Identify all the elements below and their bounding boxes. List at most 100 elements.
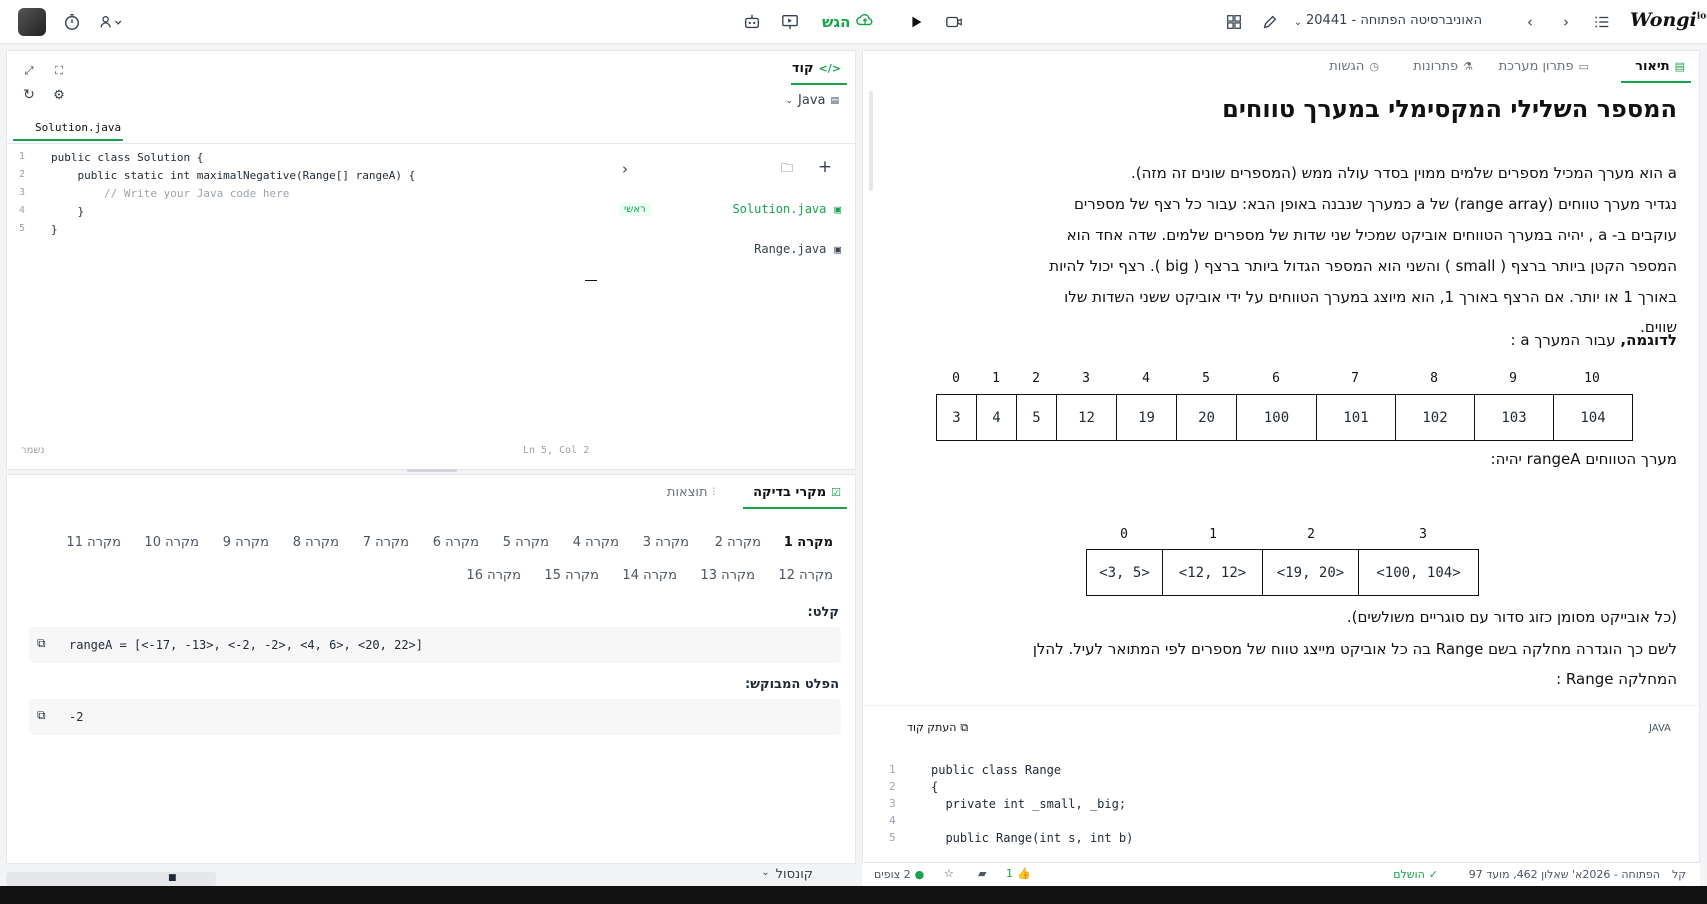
case-tab-6[interactable]: מקרה 6	[433, 535, 479, 550]
fullscreen-icon[interactable]: ⛶	[49, 61, 69, 81]
case-tab-5[interactable]: מקרה 5	[503, 535, 549, 550]
case-tab-9[interactable]: מקרה 9	[223, 535, 269, 550]
array-cell: 100	[1236, 394, 1317, 441]
list-icon[interactable]	[1592, 12, 1612, 32]
code-editor[interactable]: 1 2 3 4 5 public class Solution { public…	[7, 145, 607, 405]
case-tab-11[interactable]: מקרה 11	[66, 535, 121, 550]
collapse-files-icon[interactable]: ›	[615, 159, 635, 179]
array-cell: 19	[1116, 394, 1177, 441]
file-item-solution[interactable]: Solution.java ▣	[732, 202, 841, 216]
case-tab-15[interactable]: מקרה 15	[544, 568, 599, 583]
array-a-indices: 0 1 2 3 4 5 6 7 8 9 10	[863, 371, 1701, 387]
resize-handle[interactable]	[407, 469, 457, 472]
range-cell: <3, 5>	[1086, 549, 1163, 596]
array-index: 9	[1509, 371, 1517, 386]
description-line: נגדיר מערך טווחים (range array) של a כמע…	[1073, 195, 1677, 213]
run-icon[interactable]	[906, 12, 926, 32]
case-tab-13[interactable]: מקרה 13	[700, 568, 755, 583]
star-icon[interactable]: ☆	[944, 867, 954, 880]
book-icon: ▭	[1578, 60, 1589, 73]
tab-system-solution[interactable]: ▭ פתרון מערכת	[1499, 59, 1589, 74]
completed-label: הושלם	[1393, 868, 1425, 881]
flask-icon: ⚗	[1463, 60, 1473, 73]
copy-code-button[interactable]: ⧉ העתק קוד	[907, 721, 968, 735]
language-select[interactable]: ▤ Java ⌄	[785, 93, 839, 108]
like-button[interactable]: 1 👍	[1006, 867, 1031, 880]
case-tab-3[interactable]: מקרה 3	[643, 535, 689, 550]
tab-solutions[interactable]: ⚗ פתרונות	[1413, 59, 1473, 74]
case-tab-2[interactable]: מקרה 2	[715, 535, 761, 550]
presentation-icon[interactable]	[780, 12, 800, 32]
tab-test-cases-label: מקרי בדיקה	[753, 485, 827, 500]
tab-results[interactable]: ⫶ תוצאות	[667, 485, 715, 500]
tab-submissions[interactable]: ◷ הגשות	[1329, 59, 1379, 74]
case-tab-4[interactable]: מקרה 4	[573, 535, 619, 550]
stop-icon[interactable]: ■	[168, 873, 177, 883]
range-array-indices: 0 1 2 3	[863, 527, 1701, 543]
input-label: קלט:	[807, 605, 839, 620]
array-index: 3	[1082, 371, 1090, 386]
tab-underline	[743, 507, 847, 509]
description-line: באורך 1 או יותר. אם הרצף באורך 1, הוא מי…	[1064, 288, 1677, 306]
reset-icon[interactable]: ↻	[19, 85, 39, 105]
recording-controls[interactable]: ■	[6, 872, 216, 886]
comment-icon[interactable]: ▰	[978, 867, 986, 880]
case-tab-12[interactable]: מקרה 12	[778, 568, 833, 583]
code-language: JAVA	[1648, 723, 1671, 734]
course-title[interactable]: האוניברסיטה הפתוחה - 20441	[1306, 13, 1482, 28]
chevron-left-icon[interactable]: ‹	[1520, 12, 1540, 32]
array-cell: 5	[1016, 394, 1057, 441]
new-folder-icon[interactable]: 🗀	[777, 159, 797, 179]
case-tab-14[interactable]: מקרה 14	[622, 568, 677, 583]
file-item-range[interactable]: Range.java ▣	[754, 242, 841, 256]
case-tab-16[interactable]: מקרה 16	[466, 568, 521, 583]
code-line: // Write your Java code here	[51, 187, 290, 200]
submit-label: הגש	[822, 13, 851, 31]
expand-icon[interactable]: ⤢	[19, 61, 39, 81]
tab-code[interactable]: </> קוד	[792, 61, 841, 76]
add-file-icon[interactable]: +	[815, 157, 835, 177]
chevron-right-icon[interactable]: ›	[1556, 12, 1576, 32]
code-line: private int _small, _big;	[931, 797, 1127, 811]
grid-icon[interactable]	[1224, 12, 1244, 32]
array-index: 0	[1120, 527, 1128, 542]
main-file-badge: ראשי	[619, 203, 651, 216]
scrollbar[interactable]	[869, 91, 873, 191]
copy-icon[interactable]: ⧉	[37, 636, 46, 651]
tab-results-label: תוצאות	[666, 485, 708, 500]
tab-description[interactable]: ▤ תיאור	[1635, 59, 1685, 74]
timer-icon[interactable]	[62, 12, 82, 32]
avatar[interactable]	[18, 8, 46, 36]
difficulty-label: קל	[1671, 868, 1686, 881]
robot-icon[interactable]	[742, 12, 762, 32]
case-tab-7[interactable]: מקרה 7	[363, 535, 409, 550]
copy-code-label: העתק קוד	[907, 721, 957, 734]
checklist-icon: ☑	[831, 486, 841, 499]
array-index: 2	[1032, 371, 1040, 386]
user-menu-icon[interactable]	[96, 12, 126, 32]
range-cell: <12, 12>	[1162, 549, 1263, 596]
array-cell: 3	[936, 394, 977, 441]
console-toggle[interactable]: קונסול ⌄	[761, 867, 813, 882]
submit-button[interactable]: הגש	[822, 11, 874, 33]
code-line: public static int maximalNegative(Range[…	[51, 169, 416, 182]
case-tab-1[interactable]: מקרה 1	[784, 535, 833, 550]
console-label: קונסול	[775, 867, 813, 882]
copy-icon[interactable]: ⧉	[37, 708, 46, 723]
case-tab-10[interactable]: מקרה 10	[144, 535, 199, 550]
course-chevron-icon[interactable]: ⌄	[1292, 12, 1304, 32]
class-description-line: לשם כך הוגדרה מחלקה בשם Range בה כל אובי…	[1032, 640, 1677, 658]
record-icon[interactable]	[944, 12, 964, 32]
array-index: 5	[1202, 371, 1210, 386]
tab-solutions-label: פתרונות	[1413, 59, 1459, 74]
settings-icon[interactable]: ⚙	[49, 85, 69, 105]
file-tab-solution[interactable]: Solution.java	[35, 121, 121, 134]
case-tab-8[interactable]: מקרה 8	[293, 535, 339, 550]
edit-icon[interactable]	[1260, 12, 1280, 32]
tab-test-cases[interactable]: ☑ מקרי בדיקה	[753, 485, 841, 500]
array-cell: 104	[1553, 394, 1633, 441]
tab-code-label: קוד	[791, 61, 814, 76]
line-number: 5	[889, 831, 896, 844]
cursor-position: Ln 5, Col 2	[523, 445, 590, 456]
code-line: }	[51, 223, 58, 236]
